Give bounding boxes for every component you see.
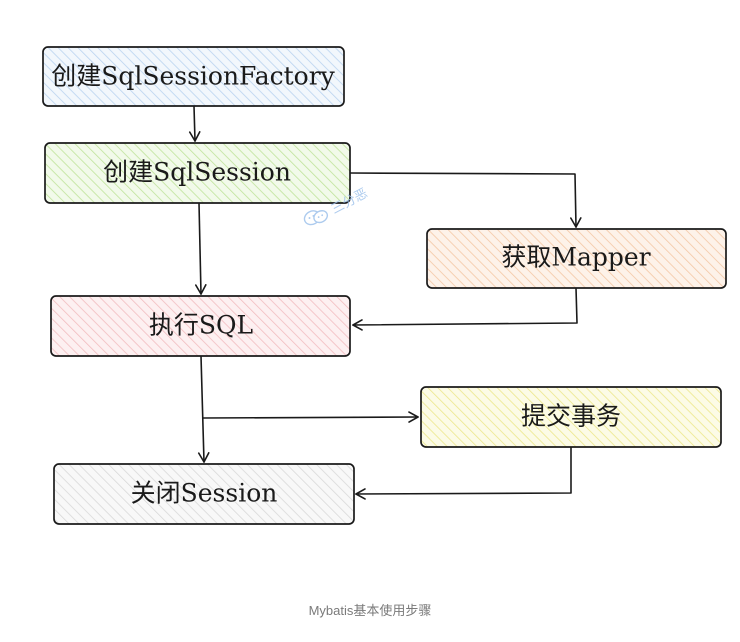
edge-execute-to-close [197, 355, 210, 463]
node-create-factory: 创建SqlSessionFactory [42, 46, 345, 107]
node-commit-tx-label: 提交事务 [521, 402, 621, 431]
node-create-factory-label: 创建SqlSessionFactory [51, 62, 335, 91]
flowchart: 创建SqlSessionFactory 创建SqlSession 获取Mappe… [42, 46, 727, 525]
edge-mapper-to-execute [352, 287, 578, 331]
node-commit-tx: 提交事务 [420, 386, 722, 448]
node-create-session-label: 创建SqlSession [103, 158, 291, 187]
node-execute-sql: 执行SQL [50, 295, 351, 357]
edge-session-to-execute [195, 202, 207, 295]
edge-session-to-mapper [349, 172, 582, 228]
node-create-session: 创建SqlSession [44, 142, 351, 204]
figure-caption: Mybatis基本使用步骤 [308, 603, 432, 618]
edge-commit-to-close [355, 446, 572, 500]
node-close-session: 关闭Session [53, 463, 355, 525]
node-close-session-label: 关闭Session [131, 479, 278, 508]
node-execute-sql-label: 执行SQL [149, 311, 253, 340]
node-get-mapper: 获取Mapper [426, 228, 727, 289]
edge-factory-to-session [188, 105, 201, 142]
node-get-mapper-label: 获取Mapper [501, 243, 650, 272]
edge-execute-to-commit [202, 411, 419, 423]
